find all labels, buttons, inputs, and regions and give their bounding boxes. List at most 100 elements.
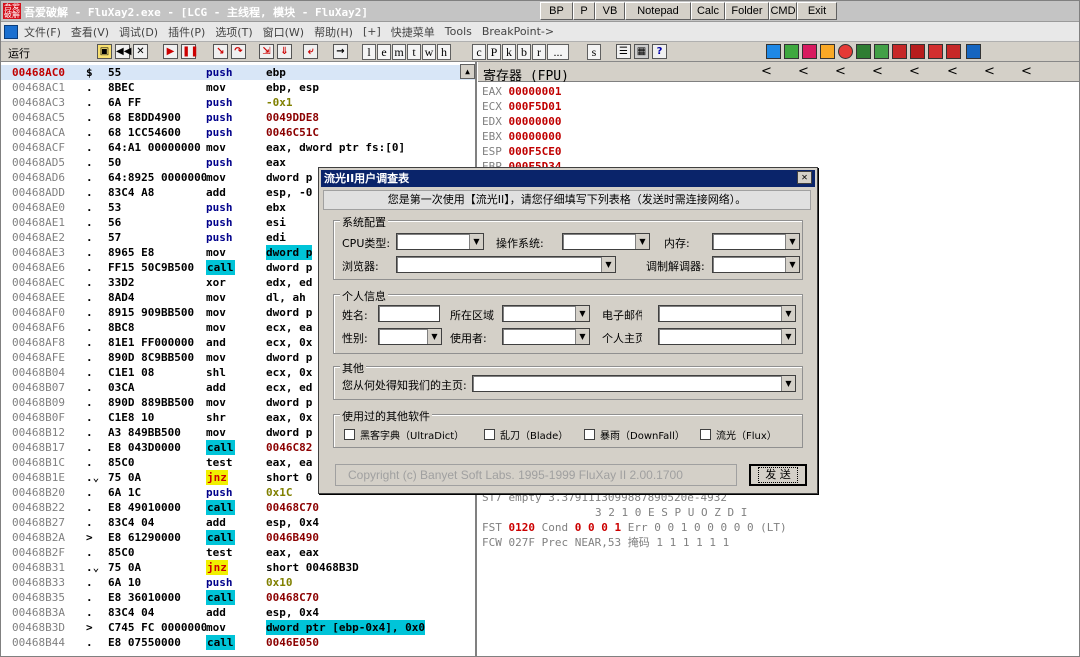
- arrow-left-icon[interactable]: <: [872, 64, 883, 79]
- plugin-icon-5[interactable]: [838, 44, 853, 59]
- plugin-icon-7[interactable]: [874, 44, 889, 59]
- run-trace-button[interactable]: ...: [547, 44, 569, 60]
- disasm-row[interactable]: 00468B22. E8 49010000 call 00468C70: [0, 500, 475, 515]
- go-to-icon[interactable]: →: [333, 44, 348, 59]
- send-button[interactable]: 发 送: [749, 464, 807, 486]
- menu-options[interactable]: 选项(T): [215, 24, 252, 40]
- disasm-row[interactable]: 00468AC1. 8BEC mov ebp, esp: [0, 80, 475, 95]
- restart-icon[interactable]: ◀◀: [115, 44, 131, 59]
- trace-over-icon[interactable]: ⇓: [277, 44, 292, 59]
- os-select[interactable]: ▼: [562, 233, 650, 250]
- disasm-row[interactable]: 00468B2A > E8 61290000 call 0046B490: [0, 530, 475, 545]
- trace-into-icon[interactable]: ⇲: [259, 44, 274, 59]
- arrow-left-icon[interactable]: <: [1021, 64, 1032, 79]
- patches-button[interactable]: P: [487, 44, 501, 60]
- pause-icon[interactable]: ❚❚: [181, 44, 199, 59]
- disasm-row[interactable]: 00468B3D > C745 FC 00000000 mov dword ptr [e…: [0, 620, 475, 635]
- cpu-select[interactable]: ▼: [396, 233, 484, 250]
- arrow-left-icon[interactable]: <: [835, 64, 846, 79]
- register-row[interactable]: EAX 00000001: [482, 84, 561, 99]
- disasm-row[interactable]: 00468B27. 83C4 04 add esp, 0x4: [0, 515, 475, 530]
- disasm-row[interactable]: 00468AC3. 6A FF push -0x1: [0, 95, 475, 110]
- close-icon[interactable]: ✕: [797, 171, 812, 184]
- breakpoints-button[interactable]: b: [517, 44, 531, 60]
- open-icon[interactable]: ▣: [97, 44, 112, 59]
- menu-file[interactable]: 文件(F): [24, 24, 61, 40]
- execute-till-return-icon[interactable]: ⤶: [303, 44, 318, 59]
- disasm-row[interactable]: 00468B3A. 83C4 04 add esp, 0x4: [0, 605, 475, 620]
- plugin-icon-11[interactable]: [946, 44, 961, 59]
- menu-plus[interactable]: [+]: [363, 25, 381, 38]
- plugin-icon-1[interactable]: [766, 44, 781, 59]
- arrow-left-icon[interactable]: <: [984, 64, 995, 79]
- p-button[interactable]: P: [573, 2, 595, 20]
- handles-button[interactable]: h: [437, 44, 451, 60]
- folder-button[interactable]: Folder: [725, 2, 769, 20]
- plugin-icon-9[interactable]: [910, 44, 925, 59]
- step-into-icon[interactable]: ↘: [213, 44, 228, 59]
- blade-checkbox[interactable]: [484, 429, 495, 440]
- exit-button[interactable]: Exit: [797, 2, 837, 20]
- plugin-icon-2[interactable]: [784, 44, 799, 59]
- references-button[interactable]: r: [532, 44, 546, 60]
- plugin-icon-6[interactable]: [856, 44, 871, 59]
- cpu-button[interactable]: c: [472, 44, 486, 60]
- modem-select[interactable]: ▼: [712, 256, 800, 273]
- threads-button[interactable]: t: [407, 44, 421, 60]
- menu-window[interactable]: 窗口(W): [263, 24, 304, 40]
- register-row[interactable]: ESP 000F5CE0: [482, 144, 561, 159]
- calc-button[interactable]: Calc: [691, 2, 725, 20]
- list-icon[interactable]: ☰: [616, 44, 631, 59]
- plugin-icon-4[interactable]: [820, 44, 835, 59]
- plugin-icon-8[interactable]: [892, 44, 907, 59]
- arrow-left-icon[interactable]: <: [909, 64, 920, 79]
- source-select[interactable]: ▼: [472, 375, 796, 392]
- menu-plugins[interactable]: 插件(P): [168, 24, 205, 40]
- region-select[interactable]: ▼: [502, 305, 590, 322]
- help-icon[interactable]: ?: [652, 44, 667, 59]
- vb-button[interactable]: VB: [595, 2, 625, 20]
- homepage-field[interactable]: ▼: [658, 328, 796, 345]
- register-row[interactable]: ECX 000F5D01: [482, 99, 561, 114]
- disasm-row[interactable]: 00468B44. E8 07550000 call 0046E050: [0, 635, 475, 650]
- cmd-button[interactable]: CMD: [769, 2, 797, 20]
- app-icon[interactable]: [4, 24, 18, 39]
- source-button[interactable]: s: [587, 44, 601, 60]
- memory-map-button[interactable]: m: [392, 44, 406, 60]
- name-field[interactable]: [378, 305, 440, 322]
- ultradict-checkbox[interactable]: [344, 429, 355, 440]
- arrow-left-icon[interactable]: <: [798, 64, 809, 79]
- appearance-icon[interactable]: ▦: [634, 44, 649, 59]
- disasm-row[interactable]: 00468B35. E8 36010000 call 00468C70: [0, 590, 475, 605]
- flux-checkbox[interactable]: [700, 429, 711, 440]
- run-icon[interactable]: ▶: [163, 44, 178, 59]
- user-select[interactable]: ▼: [502, 328, 590, 345]
- plugin-icon-12[interactable]: [966, 44, 981, 59]
- bp-button[interactable]: BP: [540, 2, 573, 20]
- menu-help[interactable]: 帮助(H): [314, 24, 353, 40]
- arrow-left-icon[interactable]: <: [947, 64, 958, 79]
- disasm-row[interactable]: 00468B33. 6A 10 push 0x10: [0, 575, 475, 590]
- menu-shortcut[interactable]: 快捷菜单: [391, 24, 435, 40]
- plugin-icon-3[interactable]: [802, 44, 817, 59]
- disasm-row[interactable]: 00468ACA. 68 1CC54600 push 0046C51C: [0, 125, 475, 140]
- executable-modules-button[interactable]: e: [377, 44, 391, 60]
- disasm-row[interactable]: 00468ACF. 64:A1 00000000 mov eax, dword ptr…: [0, 140, 475, 155]
- disasm-row[interactable]: 00468B31 .⌄ 75 0A jnz short 00468B3D: [0, 560, 475, 575]
- menu-breakpoint[interactable]: BreakPoint->: [482, 25, 554, 38]
- disasm-row[interactable]: 00468AC5. 68 E8DD4900 push 0049DDE8: [0, 110, 475, 125]
- call-stack-button[interactable]: k: [502, 44, 516, 60]
- scroll-up-icon[interactable]: ▲: [460, 64, 475, 79]
- menu-tools[interactable]: Tools: [445, 25, 472, 38]
- windows-button[interactable]: w: [422, 44, 436, 60]
- arrow-left-icon[interactable]: <: [761, 64, 772, 79]
- disasm-row[interactable]: 00468AC0 $55 push ebp: [0, 65, 475, 80]
- gender-select[interactable]: ▼: [378, 328, 442, 345]
- plugin-icon-10[interactable]: [928, 44, 943, 59]
- browser-select[interactable]: ▼: [396, 256, 616, 273]
- email-field[interactable]: ▼: [658, 305, 796, 322]
- register-row[interactable]: EDX 00000000: [482, 114, 561, 129]
- close-icon[interactable]: ✕: [133, 44, 148, 59]
- downfall-checkbox[interactable]: [584, 429, 595, 440]
- menu-view[interactable]: 查看(V): [71, 24, 109, 40]
